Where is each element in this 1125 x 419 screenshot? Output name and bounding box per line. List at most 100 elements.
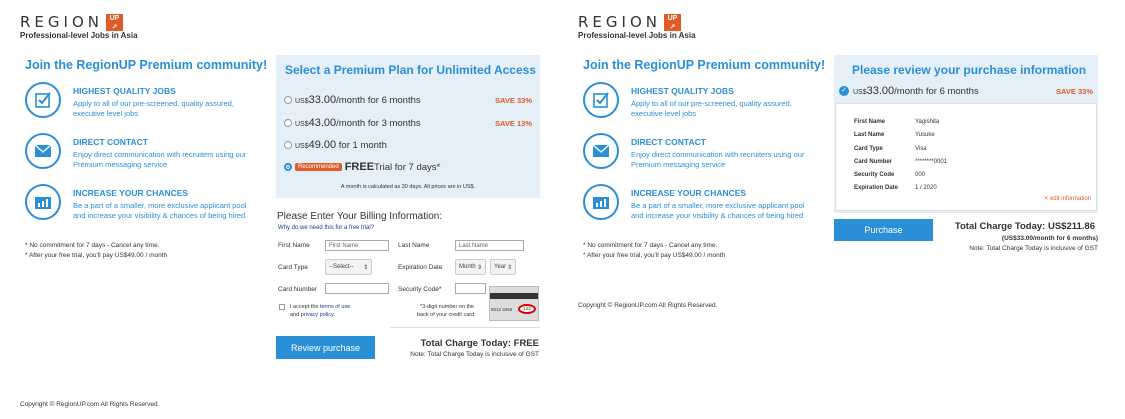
card-digits: 8012 3456 xyxy=(491,307,513,312)
check-circle-icon: ✓ xyxy=(839,86,849,96)
review-value: 1 / 2020 xyxy=(915,185,937,192)
review-purchase-button[interactable]: Review purchase xyxy=(276,336,375,359)
plan-radio[interactable] xyxy=(284,119,292,127)
card-type-label: Card Type xyxy=(278,264,308,271)
edit-information-link[interactable]: < edit information xyxy=(1045,196,1091,202)
plan-option[interactable]: US$33.00/month for 6 months SAVE 33% xyxy=(284,94,532,106)
feature-title: INCREASE YOUR CHANCES xyxy=(631,188,747,198)
checkbox-icon xyxy=(583,82,619,118)
plan-save-badge: SAVE 33% xyxy=(1056,86,1093,96)
terms-link[interactable]: terms of use xyxy=(320,304,350,310)
plan-period: for 1 month xyxy=(336,140,387,151)
review-label: Last Name xyxy=(854,132,885,139)
feature-title: HIGHEST QUALITY JOBS xyxy=(631,86,734,96)
plan-currency: US$ xyxy=(295,98,309,105)
review-label: First Name xyxy=(854,119,886,125)
feature-desc: Enjoy direct communication with recruite… xyxy=(73,150,247,159)
cvv-note: *3-digit number on the back of your cred… xyxy=(417,304,475,318)
plan-option[interactable]: US$43.00/month for 3 months SAVE 13% xyxy=(284,117,532,129)
review-panel-title: Please review your purchase information xyxy=(852,63,1087,77)
logo-tagline: Professional-level Jobs in Asia xyxy=(578,31,696,40)
terms-consent[interactable]: I accept the terms of use and privacy po… xyxy=(279,303,350,319)
logo-word: REGION xyxy=(578,13,661,31)
feature-desc: Apply to all of our pre-screened, qualit… xyxy=(631,99,792,108)
total-breakdown: (US$33.00/month for 6 months) xyxy=(1001,235,1098,242)
security-code-input[interactable] xyxy=(455,283,486,294)
purchase-button[interactable]: Purchase xyxy=(834,219,933,241)
free-label: FREE xyxy=(344,161,375,173)
logo-tagline: Professional-level Jobs in Asia xyxy=(20,31,138,40)
first-name-label: First Name xyxy=(278,242,310,249)
checkbox-icon xyxy=(25,82,61,118)
plan-period: /month for 6 months xyxy=(894,86,979,97)
feature-desc: Enjoy direct communication with recruite… xyxy=(631,150,805,159)
join-heading: Join the RegionUP Premium community! xyxy=(583,58,826,72)
logo-badge: UP ↗ xyxy=(663,13,681,31)
feature-list: HIGHEST QUALITY JOBS Apply to all of our… xyxy=(583,82,823,235)
review-value: 000 xyxy=(915,172,926,179)
card-back-image: 8012 3456 123 xyxy=(489,286,539,321)
review-value: Yusuke xyxy=(915,132,935,139)
logo[interactable]: REGION UP ↗ Professional-level Jobs in As… xyxy=(20,13,138,40)
feature-desc: Be a part of a smaller, more exclusive a… xyxy=(73,201,247,210)
plan-period: /month for 6 months xyxy=(336,95,421,106)
expiration-label: Expiration Date xyxy=(398,264,443,271)
note-line: * After your free trial, you'll pay US$4… xyxy=(25,252,168,259)
plan-radio[interactable] xyxy=(284,141,292,149)
plan-radio[interactable] xyxy=(284,96,292,104)
card-type-select[interactable]: --Select-- ⇕ xyxy=(325,259,372,275)
feature-item: HIGHEST QUALITY JOBS Apply to all of our… xyxy=(25,82,265,133)
month-note: A month is calculated as 30 days. All pr… xyxy=(340,184,476,190)
review-label: Card Type xyxy=(854,145,883,152)
envelope-icon xyxy=(583,133,619,169)
review-value: Yagishita xyxy=(915,119,940,125)
copyright: Copyright © RegionUP.com All Rights Rese… xyxy=(578,302,718,309)
plan-panel: Select a Premium Plan for Unlimited Acce… xyxy=(276,55,540,198)
plan-currency: US$ xyxy=(295,121,309,128)
card-number-input[interactable] xyxy=(325,283,389,294)
last-name-label: Last Name xyxy=(398,242,430,249)
feature-desc: Premium messaging service xyxy=(73,159,168,169)
feature-list: HIGHEST QUALITY JOBS Apply to all of our… xyxy=(25,82,265,235)
note-line: * After your free trial, you'll pay US$4… xyxy=(583,252,726,259)
plan-option-free-trial[interactable]: Recommended FREETrial for 7 days* xyxy=(284,161,440,173)
envelope-icon xyxy=(25,133,61,169)
plan-currency: US$ xyxy=(853,89,867,96)
review-label: Expiration Date xyxy=(854,185,899,192)
bar-chart-icon xyxy=(583,184,619,220)
plan-period: /month for 3 months xyxy=(336,118,421,129)
review-value: ********0001 xyxy=(915,158,948,165)
logo[interactable]: REGION UP ↗ Professional-level Jobs in As… xyxy=(578,13,696,40)
plan-radio-selected[interactable] xyxy=(284,163,292,171)
chevron-updown-icon: ⇕ xyxy=(476,264,482,271)
note-line: * No commitment for 7 days - Cancel any … xyxy=(583,242,718,249)
feature-item: DIRECT CONTACT Enjoy direct communicatio… xyxy=(25,133,265,184)
selected-plan: ✓ US$33.00/month for 6 months SAVE 33% xyxy=(839,85,1093,97)
terms-checkbox[interactable] xyxy=(279,304,285,310)
first-name-input[interactable]: First Name xyxy=(325,240,389,251)
plan-amount: 33.00 xyxy=(866,85,895,97)
why-free-trial-link[interactable]: Why do we need this for a free trial? xyxy=(278,225,374,231)
review-details: First Name Yagishita Last Name Yusuke Card… xyxy=(835,103,1097,211)
privacy-link[interactable]: privacy policy xyxy=(301,312,334,318)
feature-title: DIRECT CONTACT xyxy=(631,137,706,147)
feature-item: INCREASE YOUR CHANCES Be a part of a sma… xyxy=(583,184,823,235)
commitment-notes: * No commitment for 7 days - Cancel any … xyxy=(583,241,725,261)
total-charge-today: Total Charge Today: US$211.86 xyxy=(954,221,1095,232)
security-code-label: Security Code* xyxy=(398,286,442,293)
month-select[interactable]: Month ⇕ xyxy=(455,259,486,275)
join-heading: Join the RegionUP Premium community! xyxy=(25,58,268,72)
plan-amount: 43.00 xyxy=(308,117,337,129)
commitment-notes: * No commitment for 7 days - Cancel any … xyxy=(25,241,167,261)
feature-title: INCREASE YOUR CHANCES xyxy=(73,188,189,198)
recommended-badge: Recommended xyxy=(295,163,342,171)
gst-note: Note: Total Charge Today is inclusive of… xyxy=(969,245,1098,252)
year-select[interactable]: Year ⇕ xyxy=(490,259,516,275)
review-panel: Please review your purchase information … xyxy=(834,55,1098,213)
feature-desc: Be a part of a smaller, more exclusive a… xyxy=(631,201,805,210)
feature-item: INCREASE YOUR CHANCES Be a part of a sma… xyxy=(25,184,265,235)
last-name-input[interactable]: Last Name xyxy=(455,240,524,251)
plan-option[interactable]: US$49.00 for 1 month xyxy=(284,139,532,151)
plan-amount: 49.00 xyxy=(308,139,337,151)
feature-desc: and increase your visibility & chances o… xyxy=(73,210,246,220)
